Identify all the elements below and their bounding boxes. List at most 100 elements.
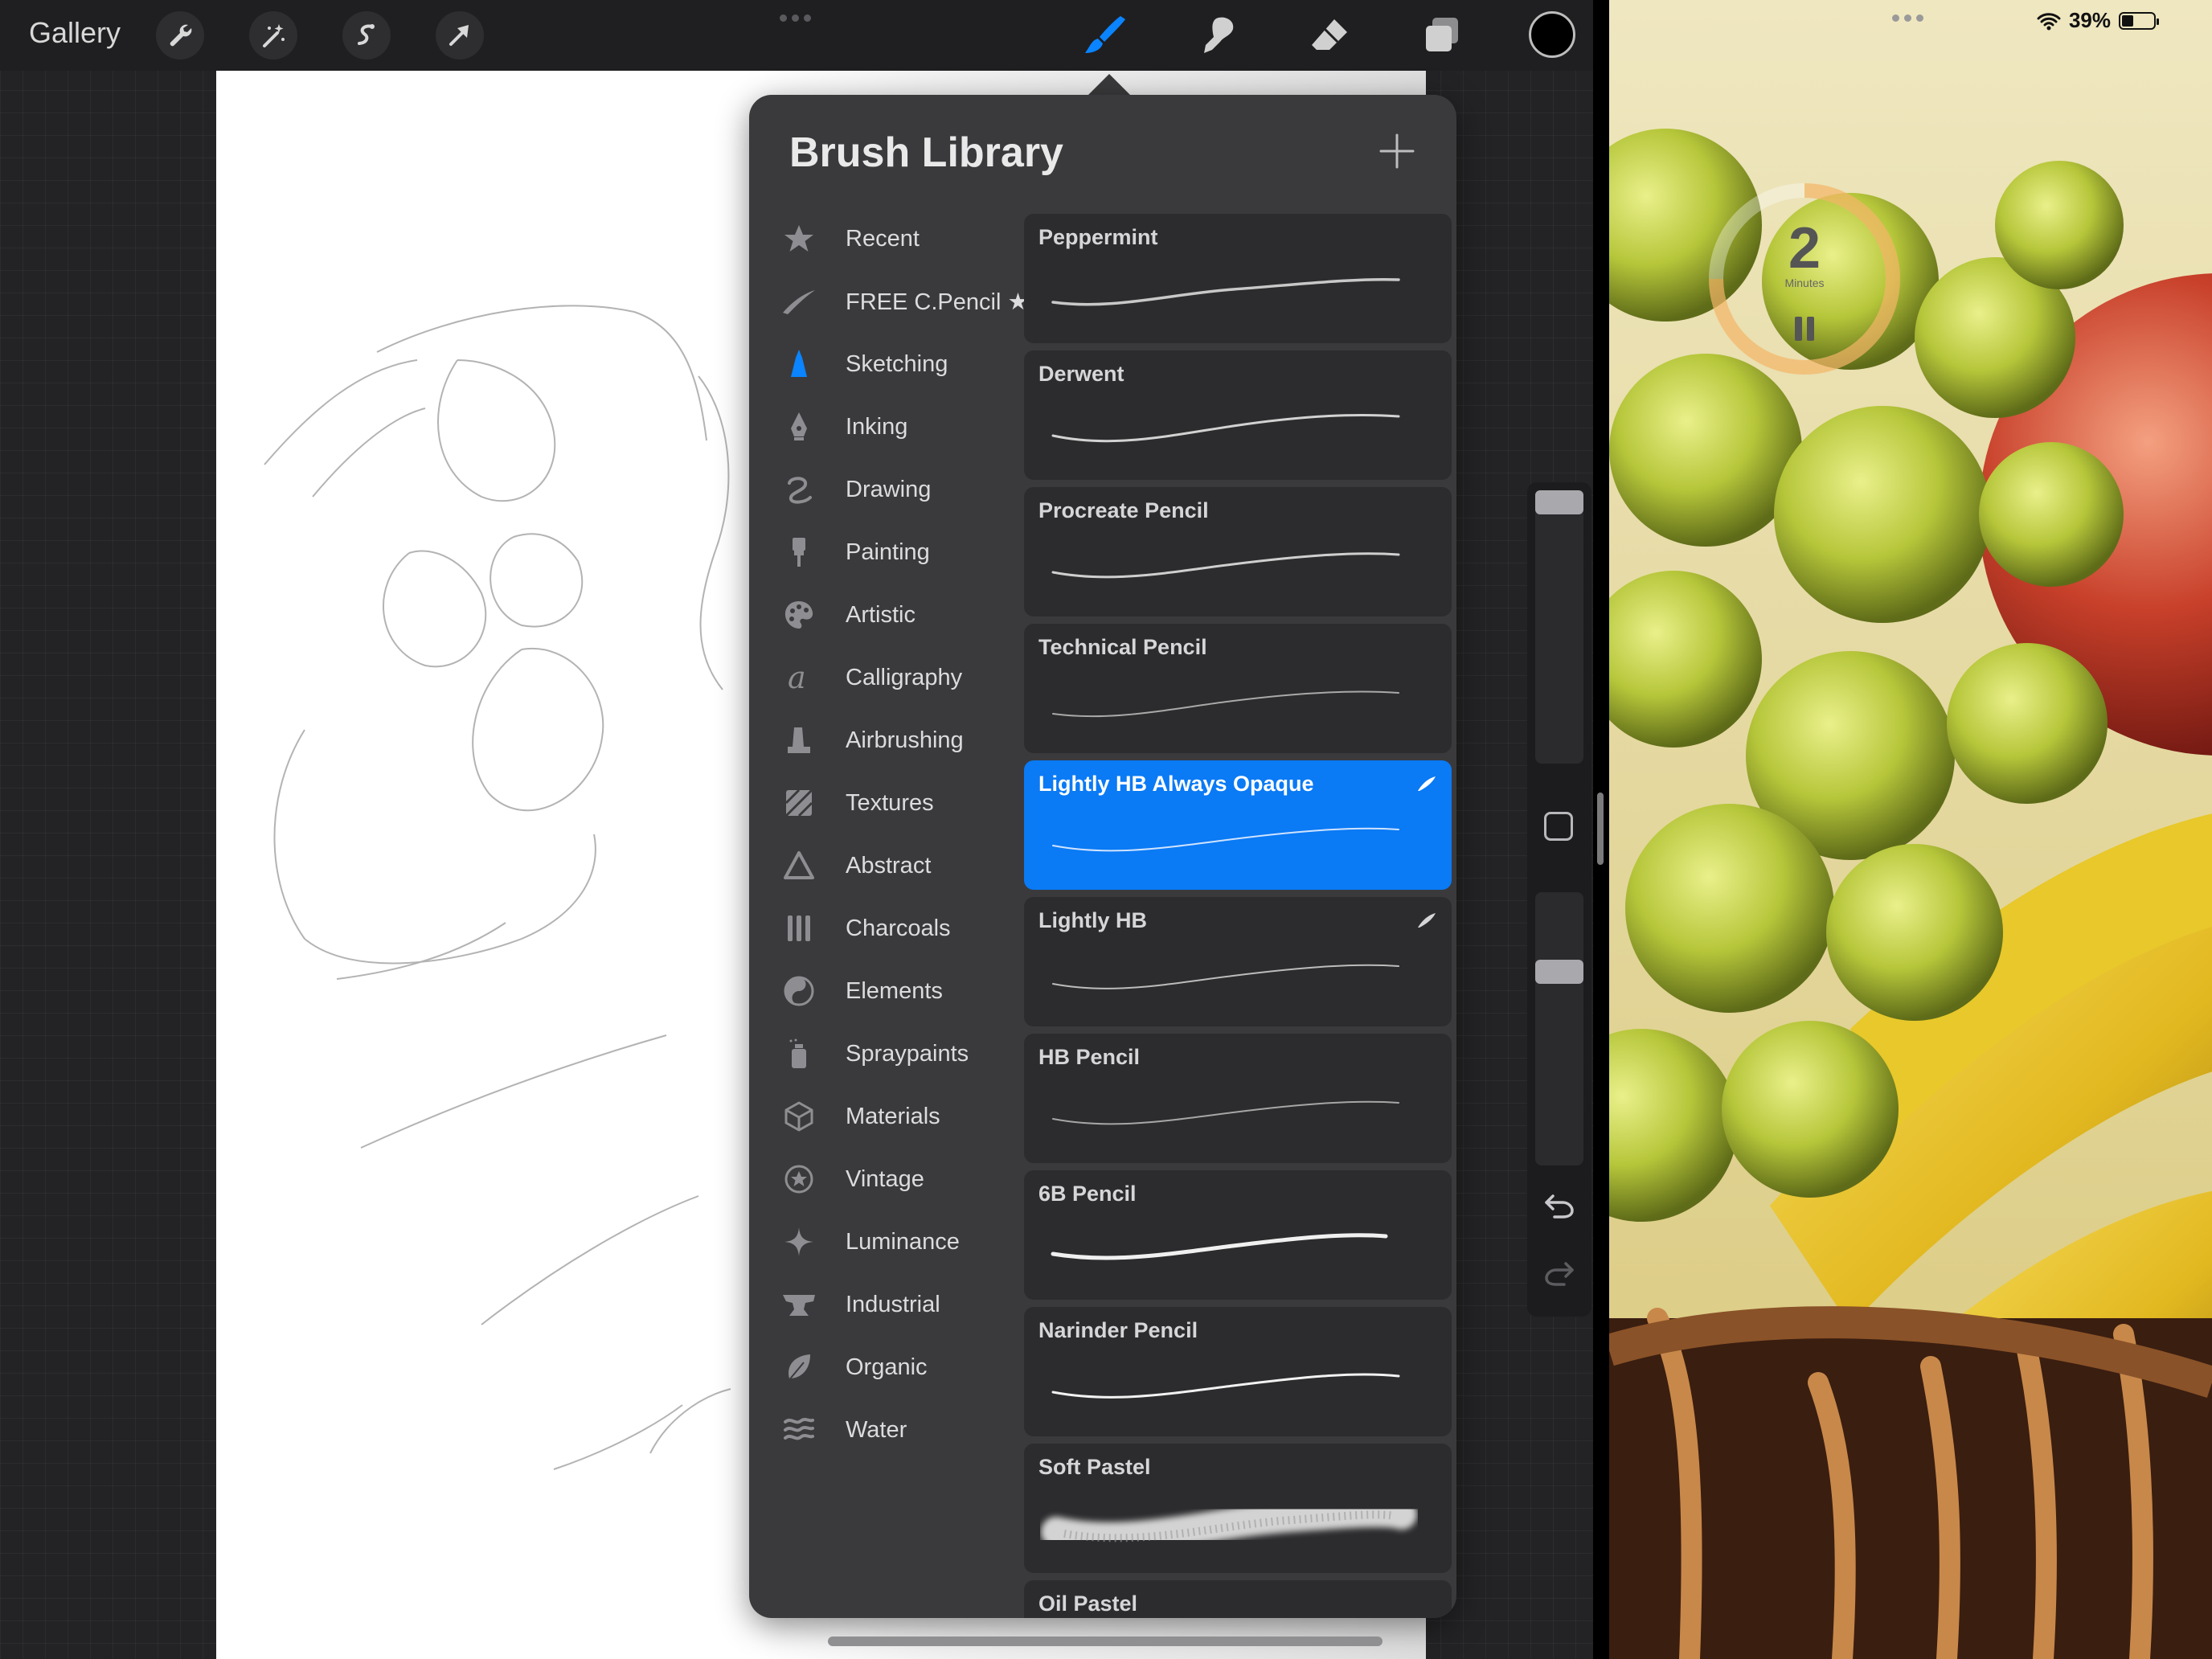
brush-item-technical-pencil[interactable]: Technical Pencil	[1024, 624, 1452, 753]
brush-item-lightly-hb[interactable]: Lightly HB	[1024, 897, 1452, 1026]
yin-yang-icon	[784, 976, 814, 1006]
brush-stroke-preview	[1041, 1497, 1417, 1553]
brush-item-narinder-pencil[interactable]: Narinder Pencil	[1024, 1307, 1452, 1436]
category-spraypaints[interactable]: Spraypaints	[749, 1022, 1022, 1085]
category-free-c-pencil[interactable]: FREE C.Pencil ★	[749, 270, 1028, 333]
redo-icon[interactable]	[1542, 1257, 1577, 1289]
category-label: Elements	[846, 977, 943, 1004]
brush-name: Soft Pastel	[1038, 1455, 1151, 1479]
brush-name: Narinder Pencil	[1038, 1318, 1198, 1342]
category-materials[interactable]: Materials	[749, 1085, 1022, 1148]
pause-icon[interactable]	[1790, 315, 1819, 342]
gallery-button[interactable]: Gallery	[29, 16, 121, 50]
squiggle-icon	[788, 477, 812, 504]
multitask-dots[interactable]	[1892, 14, 1923, 22]
brush-stroke-preview	[1051, 277, 1400, 306]
smudge-tool-button[interactable]	[1191, 10, 1243, 61]
brush-item-lightly-hb-always-opaque[interactable]: Lightly HB Always Opaque	[1024, 760, 1452, 890]
category-calligraphy[interactable]: a Calligraphy	[749, 646, 1022, 709]
category-luminance[interactable]: Luminance	[749, 1210, 1022, 1273]
procreate-app: Gallery Brush Library Recent FREE C.Penc…	[0, 0, 1593, 1659]
paintbrush-icon	[793, 538, 805, 567]
brush-category-list: Recent FREE C.Pencil ★ Sketching Inking …	[749, 207, 1028, 1461]
category-label: Luminance	[846, 1228, 960, 1255]
category-label: Recent	[846, 225, 920, 252]
category-organic[interactable]: Organic	[749, 1336, 1022, 1399]
opacity-thumb[interactable]	[1535, 960, 1583, 984]
charcoal-icon	[788, 916, 810, 941]
sparkle-icon	[784, 1227, 813, 1256]
top-toolbar: Gallery	[0, 0, 1593, 71]
category-label: Textures	[846, 789, 934, 816]
adjustments-button[interactable]	[249, 11, 297, 59]
brush-stroke-preview	[1052, 827, 1399, 852]
svg-text:a: a	[788, 662, 806, 694]
category-industrial[interactable]: Industrial	[749, 1273, 1022, 1336]
category-charcoals[interactable]: Charcoals	[749, 897, 1022, 960]
imported-brush-icon	[1418, 776, 1436, 791]
brush-item-soft-pastel[interactable]: Soft Pastel	[1024, 1444, 1452, 1573]
brush-tool-button[interactable]	[1079, 10, 1130, 61]
undo-icon[interactable]	[1542, 1190, 1577, 1222]
category-abstract[interactable]: Abstract	[749, 834, 1022, 897]
timer-unit: Minutes	[1784, 276, 1825, 289]
layers-button[interactable]	[1416, 10, 1468, 61]
brush-item-oil-pastel[interactable]: Oil Pastel	[1024, 1580, 1452, 1618]
selection-button[interactable]	[342, 11, 391, 59]
brush-name: Technical Pencil	[1038, 635, 1207, 659]
category-water[interactable]: Water	[749, 1399, 1022, 1461]
magic-wand-icon	[263, 24, 285, 47]
layers-icon	[1426, 18, 1458, 51]
pencil-tip-icon	[791, 350, 807, 377]
category-sketching[interactable]: Sketching	[749, 333, 1022, 395]
category-drawing[interactable]: Drawing	[749, 458, 1022, 521]
brush-item-derwent[interactable]: Derwent	[1024, 350, 1452, 480]
actions-button[interactable]	[156, 11, 204, 59]
star-icon	[784, 225, 813, 252]
triangle-icon	[784, 851, 814, 879]
battery-percentage: 39%	[2068, 8, 2111, 32]
home-indicator[interactable]	[828, 1636, 1382, 1646]
brush-size-slider[interactable]	[1535, 490, 1583, 764]
transform-button[interactable]	[436, 11, 484, 59]
reference-photo-app: 39% 2 Minutes	[1609, 0, 2212, 1659]
brush-name: Lightly HB Always Opaque	[1038, 772, 1314, 796]
brush-name: Oil Pastel	[1038, 1591, 1138, 1616]
brush-item-procreate-pencil[interactable]: Procreate Pencil	[1024, 487, 1452, 616]
category-textures[interactable]: Textures	[749, 772, 1022, 834]
transform-arrow-icon	[449, 25, 469, 46]
pen-nib-icon	[791, 412, 807, 440]
category-recent[interactable]: Recent	[749, 207, 1022, 270]
brush-name: HB Pencil	[1038, 1045, 1141, 1069]
timer-widget[interactable]: 2 Minutes	[1704, 178, 1905, 379]
brush-item-hb-pencil[interactable]: HB Pencil	[1024, 1034, 1452, 1163]
modify-button[interactable]	[1544, 812, 1573, 841]
leaf-icon	[787, 1354, 810, 1382]
smudge-icon	[1204, 17, 1234, 53]
category-inking[interactable]: Inking	[749, 395, 1022, 458]
brush-stroke-preview	[1052, 1100, 1399, 1125]
brush-size-thumb[interactable]	[1535, 490, 1583, 514]
brush-icon	[1085, 16, 1125, 53]
category-vintage[interactable]: Vintage	[749, 1148, 1022, 1210]
brush-item-6b-pencil[interactable]: 6B Pencil	[1024, 1170, 1452, 1300]
add-icon[interactable]	[1378, 132, 1416, 170]
category-artistic[interactable]: Artistic	[749, 584, 1022, 646]
brush-name: Procreate Pencil	[1038, 498, 1209, 522]
eraser-tool-button[interactable]	[1304, 10, 1355, 61]
selection-icon	[358, 24, 375, 45]
timer-value: 2	[1788, 216, 1821, 281]
brush-stroke-preview	[1051, 414, 1400, 443]
split-view-handle[interactable]	[1597, 793, 1604, 865]
texture-icon	[784, 789, 813, 817]
category-label: Materials	[846, 1103, 940, 1129]
brush-item-peppermint[interactable]: Peppermint	[1024, 214, 1452, 343]
multitask-dots[interactable]	[780, 14, 811, 22]
category-elements[interactable]: Elements	[749, 960, 1022, 1022]
color-picker-button[interactable]	[1529, 11, 1575, 58]
opacity-slider[interactable]	[1535, 892, 1583, 1165]
brush-name: Peppermint	[1038, 225, 1158, 249]
category-painting[interactable]: Painting	[749, 521, 1022, 584]
status-bar: 39%	[2037, 8, 2159, 33]
category-airbrushing[interactable]: Airbrushing	[749, 709, 1022, 772]
